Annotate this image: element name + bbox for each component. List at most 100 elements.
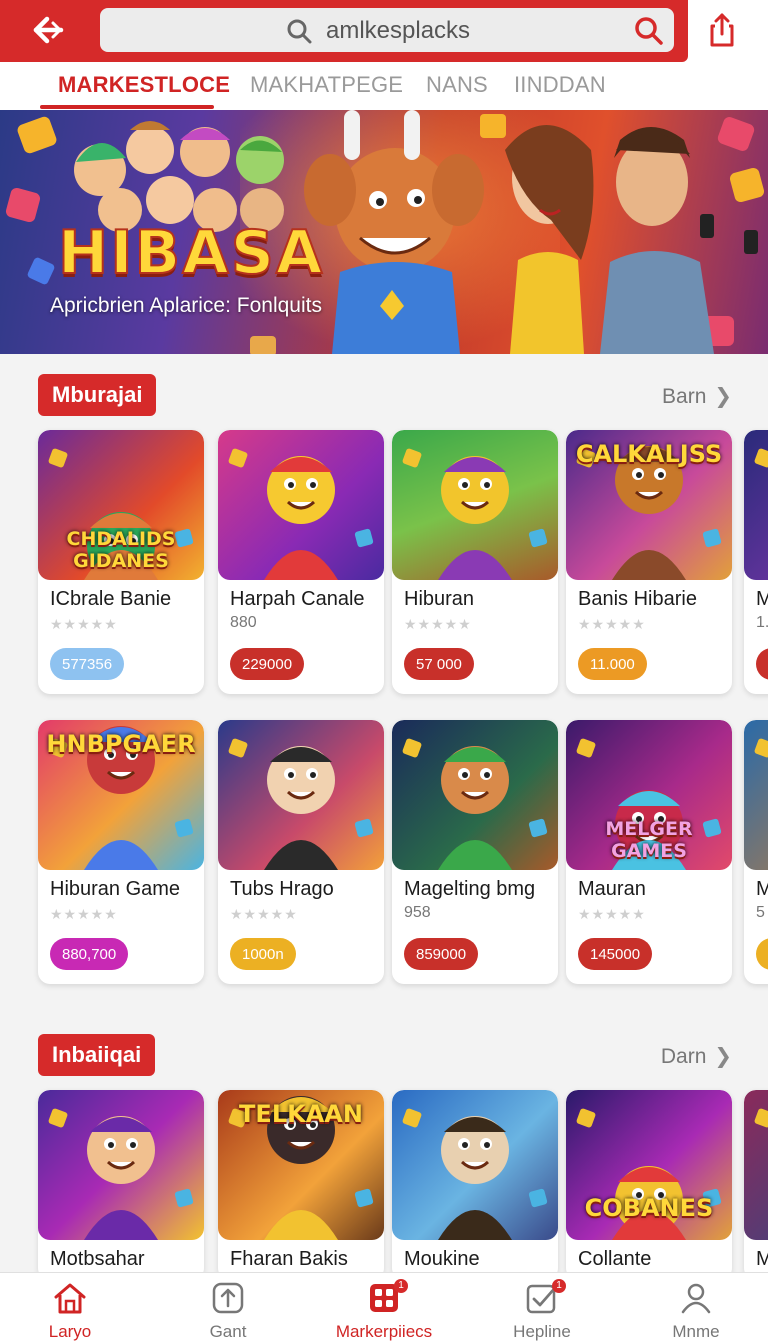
game-name: Magelting bmg xyxy=(404,878,536,900)
section-more-link[interactable]: Darn ❯ xyxy=(661,1044,732,1069)
game-card[interactable]: M 1. xyxy=(744,430,768,694)
game-name: Moukine xyxy=(404,1248,480,1270)
search-input[interactable]: amlkesplacks xyxy=(326,17,470,45)
game-card[interactable]: COBANES Collante xyxy=(566,1090,732,1280)
game-character-art xyxy=(754,1108,768,1128)
tab-nans[interactable]: NANS xyxy=(426,72,488,98)
game-thumbnail[interactable] xyxy=(744,1090,768,1240)
game-rating-count: 1. xyxy=(756,614,768,631)
game-card[interactable]: CHDALIDS GIDANES ICbrale Banie ★★★★★ 577356 xyxy=(38,430,204,694)
game-thumbnail[interactable] xyxy=(38,1090,204,1240)
price-button[interactable]: 577356 xyxy=(50,648,125,680)
game-card[interactable]: M xyxy=(744,1090,768,1280)
game-card[interactable]: HNBPGAER Hiburan Game ★★★★★ 880,700 xyxy=(38,720,204,984)
notification-badge: 1 xyxy=(394,1279,408,1293)
section-more-link[interactable]: Barn ❯ xyxy=(662,384,732,409)
thumbnail-title: TELKAAN xyxy=(239,1100,363,1128)
game-character-art xyxy=(402,738,548,870)
nav-label: Hepline xyxy=(513,1322,571,1341)
game-thumbnail[interactable]: TELKAAN xyxy=(218,1090,384,1240)
search-submit-icon[interactable] xyxy=(632,14,664,46)
upload-icon xyxy=(212,1282,244,1314)
search-bar[interactable]: amlkesplacks xyxy=(100,8,674,52)
price-button[interactable]: 229000 xyxy=(230,648,305,680)
game-name: Collante xyxy=(578,1248,652,1270)
nav-item-marketplace[interactable]: 1 Markerpiiecs xyxy=(324,1279,444,1342)
nav-label: Gant xyxy=(209,1322,247,1341)
nav-label: Mnme xyxy=(672,1322,720,1341)
game-character-art xyxy=(754,448,768,468)
game-card[interactable]: Harpah Canale 880 229000 xyxy=(218,430,384,694)
price-button[interactable]: 859000 xyxy=(404,938,479,970)
game-card[interactable]: TELKAAN Fharan Bakis xyxy=(218,1090,384,1280)
home-icon xyxy=(54,1283,86,1314)
nav-item-profile[interactable]: Mnme xyxy=(636,1281,756,1342)
game-name: M xyxy=(756,878,768,900)
game-thumbnail[interactable]: HNBPGAER xyxy=(38,720,204,870)
app-root: amlkesplacks MARKESTLOCE MAKHATPEGE NANS… xyxy=(0,0,768,1344)
user-icon xyxy=(681,1283,711,1314)
game-rating-count: 5 xyxy=(756,904,765,921)
share-button[interactable] xyxy=(702,10,742,50)
nav-item-hepline[interactable]: 1 Hepline xyxy=(482,1279,602,1342)
price-button[interactable] xyxy=(756,648,768,680)
game-character-art xyxy=(228,738,374,870)
game-character-art xyxy=(402,448,548,580)
price-button[interactable]: 1000n xyxy=(230,938,296,970)
price-button[interactable] xyxy=(756,938,768,970)
game-card[interactable]: P M 5 xyxy=(744,720,768,984)
price-button[interactable]: 880,700 xyxy=(50,938,129,970)
star-rating-icon: ★★★★★ xyxy=(230,906,298,922)
game-thumbnail[interactable]: CHDALIDS GIDANES xyxy=(38,430,204,580)
game-card[interactable]: Magelting bmg 958 859000 xyxy=(392,720,558,984)
top-bar: amlkesplacks xyxy=(0,0,768,62)
game-name: Fharan Bakis xyxy=(230,1248,348,1270)
nav-item-home[interactable]: Laryo xyxy=(10,1281,130,1342)
search-icon xyxy=(287,19,312,44)
tab-marketplace[interactable]: MARKESTLOCE xyxy=(58,72,230,98)
game-thumbnail[interactable]: P xyxy=(744,720,768,870)
game-thumbnail[interactable] xyxy=(392,720,558,870)
game-character-art xyxy=(754,738,768,758)
chevron-right-icon: ❯ xyxy=(714,385,732,408)
game-card[interactable]: CALKALJSS Banis Hibarie ★★★★★ 11.000 xyxy=(566,430,732,694)
game-thumbnail[interactable] xyxy=(392,430,558,580)
game-thumbnail[interactable]: CALKALJSS xyxy=(566,430,732,580)
price-button[interactable]: 145000 xyxy=(578,938,653,970)
banner-title: HIBASA xyxy=(57,217,325,289)
game-thumbnail[interactable] xyxy=(218,720,384,870)
game-name: Banis Hibarie xyxy=(578,588,697,610)
game-name: M xyxy=(756,588,768,610)
game-name: ICbrale Banie xyxy=(50,588,172,610)
thumbnail-title: CHDALIDS GIDANES xyxy=(66,528,176,572)
game-thumbnail[interactable] xyxy=(744,430,768,580)
star-rating-icon: ★★★★★ xyxy=(578,906,646,922)
nav-label: Markerpiiecs xyxy=(335,1322,433,1341)
price-button[interactable]: 57 000 xyxy=(404,648,474,680)
back-button[interactable] xyxy=(26,10,70,50)
section-title-mburajai: Mburajai xyxy=(38,374,157,416)
game-thumbnail[interactable] xyxy=(218,430,384,580)
tab-makhatpege[interactable]: MAKHATPEGE xyxy=(250,72,403,98)
hero-banner[interactable]: HIBASA Apricbrien Aplarice: Fonlquits xyxy=(0,110,768,354)
game-card[interactable]: Moukine xyxy=(392,1090,558,1280)
game-thumbnail[interactable] xyxy=(392,1090,558,1240)
price-button[interactable]: 11.000 xyxy=(578,648,647,680)
star-rating-icon: ★★★★★ xyxy=(578,616,646,632)
game-thumbnail[interactable]: COBANES xyxy=(566,1090,732,1240)
game-card[interactable]: Motbsahar xyxy=(38,1090,204,1280)
banner-subtitle: Apricbrien Aplarice: Fonlquits xyxy=(50,294,322,317)
game-character-art xyxy=(48,1108,194,1240)
notification-badge: 1 xyxy=(552,1279,566,1293)
tab-iinddan[interactable]: IINDDAN xyxy=(514,72,606,98)
game-name: M xyxy=(756,1248,768,1270)
nav-item-gant[interactable]: Gant xyxy=(168,1281,288,1342)
nav-label: Laryo xyxy=(48,1322,92,1341)
game-thumbnail[interactable]: MELGER GAMES xyxy=(566,720,732,870)
game-card[interactable]: Tubs Hrago ★★★★★ 1000n xyxy=(218,720,384,984)
game-card[interactable]: Hiburan ★★★★★ 57 000 xyxy=(392,430,558,694)
thumbnail-title: HNBPGAER xyxy=(46,730,196,758)
game-character-art xyxy=(228,448,374,580)
game-card[interactable]: MELGER GAMES Mauran ★★★★★ 145000 xyxy=(566,720,732,984)
game-name: Hiburan xyxy=(404,588,475,610)
